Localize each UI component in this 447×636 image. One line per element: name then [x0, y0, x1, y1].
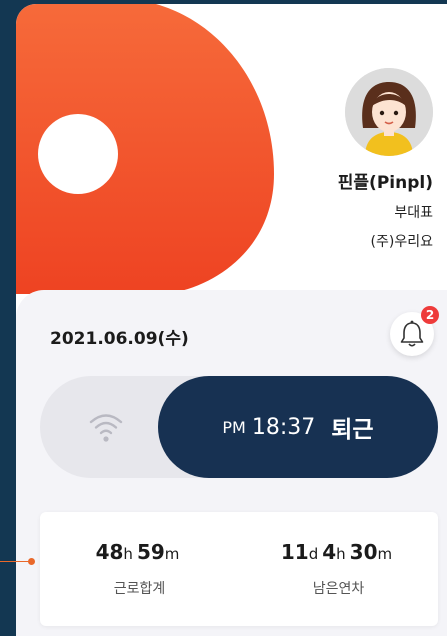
- leave-remaining-label: 남은연차: [312, 581, 365, 597]
- profile-card: 핀플(Pinpl) 부대표 (주)우리요 2021.06.09(수) 2 PM …: [16, 4, 447, 636]
- stats-card: 48h 59m 근로합계 11d 4h 30m 남은연차: [40, 512, 438, 626]
- leave-remaining-value: 11d 4h 30m: [280, 540, 393, 564]
- avatar[interactable]: [345, 68, 433, 156]
- work-total-label: 근로합계: [113, 581, 166, 597]
- current-date: 2021.06.09(수): [50, 329, 189, 349]
- work-total-stat[interactable]: 48h 59m 근로합계: [40, 540, 239, 598]
- brand-logo: [16, 4, 274, 294]
- wifi-icon: [89, 414, 123, 442]
- app-screen: 핀플(Pinpl) 부대표 (주)우리요 2021.06.09(수) 2 PM …: [0, 0, 447, 636]
- check-time: 18:37: [251, 414, 316, 440]
- attendance-panel: 2021.06.09(수) 2 PM 18:37 퇴근 48h 59m 근로합계…: [16, 290, 447, 636]
- attendance-toggle[interactable]: PM 18:37 퇴근: [40, 376, 438, 478]
- attendance-status: 퇴근: [331, 417, 374, 443]
- company-name: (주)우리요: [370, 234, 433, 250]
- time-period: PM: [222, 417, 246, 437]
- pointer-dot: [28, 558, 35, 565]
- user-name: 핀플(Pinpl): [337, 173, 433, 193]
- user-position: 부대표: [394, 205, 433, 221]
- leave-remaining-stat[interactable]: 11d 4h 30m 남은연차: [239, 540, 438, 598]
- work-total-value: 48h 59m: [95, 540, 180, 564]
- checkout-status-button[interactable]: PM 18:37 퇴근: [158, 376, 438, 478]
- notification-badge: 2: [421, 306, 439, 324]
- user-profile: 핀플(Pinpl) 부대표 (주)우리요: [338, 68, 433, 251]
